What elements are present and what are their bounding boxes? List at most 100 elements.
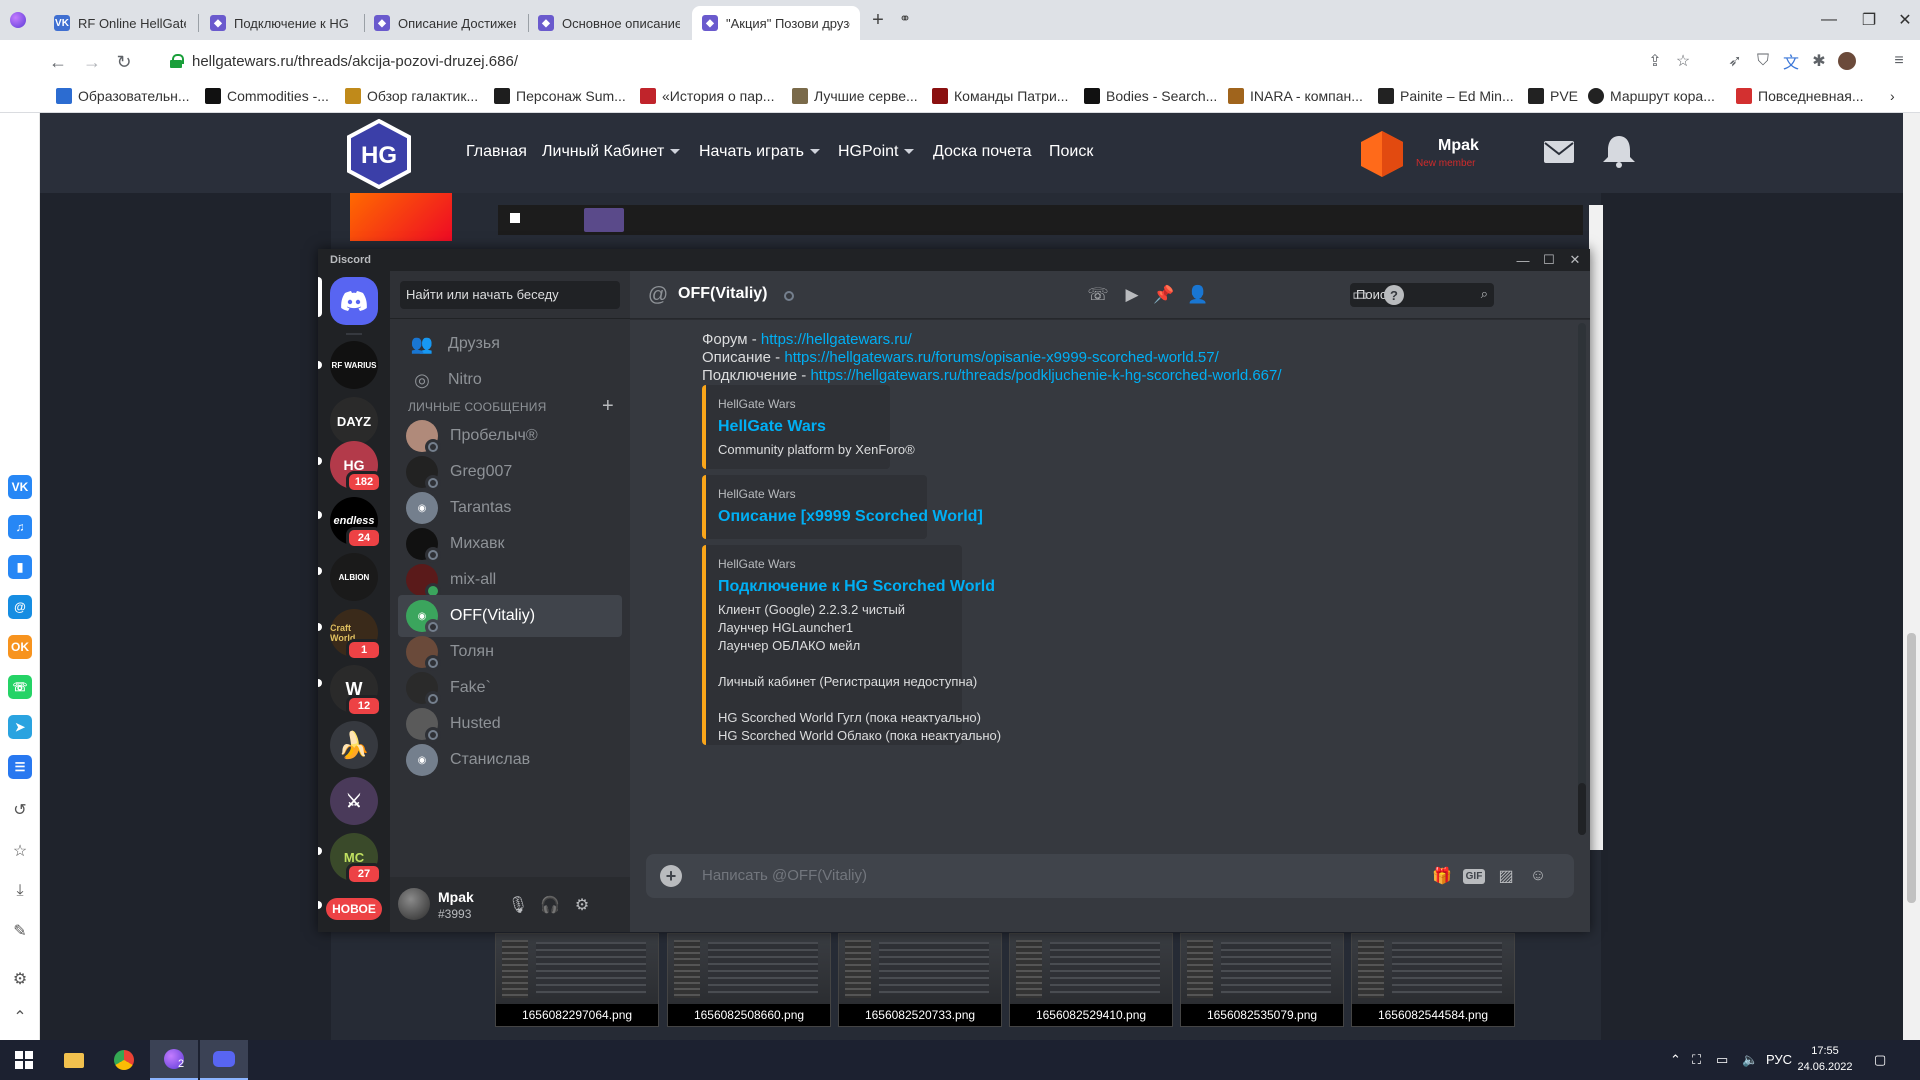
upload-plus-icon[interactable]: + (660, 865, 682, 887)
user-avatar[interactable] (398, 888, 430, 920)
nav-cabinet[interactable]: Личный Кабинет (542, 143, 681, 161)
browser-tab[interactable]: ◆ Основное описание сервера (528, 6, 690, 40)
forward-arrow-icon[interactable]: → (78, 48, 106, 76)
nav-start-playing[interactable]: Начать играть (699, 143, 820, 161)
server-icon-hg[interactable]: HG 182 (330, 441, 382, 493)
embed-title-link[interactable]: HellGate Wars (718, 418, 826, 436)
attachment-thumbnail[interactable]: 1656082535079.png (1180, 933, 1344, 1027)
shield-icon[interactable]: ⛉ (1752, 50, 1774, 72)
rocket-icon[interactable]: ➶ (1724, 50, 1746, 72)
nav-honor-board[interactable]: Доска почета (933, 143, 1032, 161)
tab-search-icon[interactable]: ⚭ (895, 10, 915, 30)
message-link[interactable]: https://hellgatewars.ru/ (761, 331, 912, 348)
server-icon-craft-world[interactable]: Craft World 1 (330, 609, 382, 661)
bookmark-item[interactable]: Commodities -... (205, 86, 329, 106)
chrome-icon[interactable] (100, 1040, 148, 1080)
translate-icon[interactable]: 文 (1780, 50, 1802, 72)
bookmark-item[interactable]: Маршрут кора... (1588, 86, 1715, 106)
share-icon[interactable]: ⇪ (1644, 50, 1666, 72)
server-icon-minecraft[interactable]: MC 27 (330, 833, 382, 885)
stats-icon[interactable]: ▮ (8, 555, 32, 579)
bookmark-item[interactable]: Команды Патри... (932, 86, 1068, 106)
notifications-bell-icon[interactable] (1600, 133, 1638, 169)
url-field[interactable]: hellgatewars.ru/threads/akcija-pozovi-dr… (152, 46, 1632, 76)
favorites-star-icon[interactable]: ☆ (10, 841, 30, 861)
profile-avatar-icon[interactable] (1836, 50, 1858, 72)
message-composer[interactable]: + Написать @OFF(Vitaliy) 🎁 GIF ▨ ☺ (646, 854, 1574, 898)
clock[interactable]: 17:55 24.06.2022 (1790, 1043, 1860, 1075)
bookmark-star-icon[interactable]: ☆ (1672, 50, 1694, 72)
embed-title-link[interactable]: Описание [x9999 Scorched World] (718, 508, 983, 526)
discord-close-icon[interactable]: ✕ (1564, 251, 1586, 269)
headphones-icon[interactable]: 🎧 (538, 893, 562, 917)
server-icon-purple[interactable]: ⚔ (330, 777, 378, 825)
ok-icon[interactable]: OK (8, 635, 32, 659)
inbox-icon[interactable]: ▭ (1348, 283, 1372, 307)
chat-recipient-name[interactable]: OFF(Vitaliy) (678, 285, 768, 303)
reload-icon[interactable]: ↻ (110, 48, 138, 76)
server-icon-witcher[interactable]: W 12 (330, 665, 382, 717)
whatsapp-icon[interactable]: ☏ (8, 675, 32, 699)
bookmark-item[interactable]: Bodies - Search... (1084, 86, 1217, 106)
messages-scrollbar-thumb[interactable] (1578, 783, 1586, 835)
browser-menu-icon[interactable] (10, 12, 26, 28)
discord-taskbar-icon[interactable] (200, 1040, 248, 1080)
attachment-thumbnail[interactable]: 1656082508660.png (667, 933, 831, 1027)
emoji-icon[interactable]: ☺ (1526, 864, 1550, 888)
video-call-icon[interactable]: ▶ (1120, 283, 1144, 307)
discord-minimize-icon[interactable]: — (1512, 251, 1534, 269)
home-button[interactable] (330, 277, 378, 325)
network-icon[interactable]: ⛶ (1692, 1052, 1701, 1068)
server-icon-rf-warius[interactable]: RF WARIUS (330, 341, 378, 389)
history-icon[interactable]: ↺ (10, 800, 30, 820)
voice-call-icon[interactable]: ☏ (1086, 283, 1110, 307)
pencil-icon[interactable]: ✎ (10, 921, 30, 941)
list-icon[interactable]: ☰ (8, 755, 32, 779)
volume-icon[interactable]: 🔈 (1742, 1052, 1758, 1068)
page-scrollbar-thumb[interactable] (1907, 633, 1916, 903)
new-badge[interactable]: НОВОЕ (326, 898, 382, 920)
attachment-thumbnail[interactable]: 1656082520733.png (838, 933, 1002, 1027)
bookmark-item[interactable]: Образовательн... (56, 86, 190, 106)
collapse-chevron-icon[interactable]: ⌃ (10, 1007, 30, 1027)
dm-item[interactable]: ◉ Станислав (398, 739, 622, 781)
mail-icon[interactable]: @ (8, 595, 32, 619)
server-icon-endless[interactable]: endless 24 (330, 497, 382, 549)
close-window-icon[interactable]: ✕ (1882, 6, 1920, 34)
nitro-nav[interactable]: ◎ Nitro (398, 359, 622, 401)
user-avatar[interactable] (1360, 130, 1404, 178)
find-conversation-input[interactable]: Найти или начать беседу (400, 281, 620, 309)
hg-logo-icon[interactable]: HG (347, 119, 411, 189)
page-scrollbar[interactable] (1903, 113, 1920, 1040)
help-icon[interactable]: ? (1382, 283, 1406, 307)
messages-scrollbar[interactable] (1578, 323, 1586, 835)
discord-titlebar[interactable]: Discord — ☐ ✕ (318, 249, 1590, 271)
vk-icon[interactable]: VK (8, 475, 32, 499)
bookmark-item[interactable]: Повседневная... (1736, 86, 1864, 106)
browser-tab[interactable]: ◆ Подключение к HG Scorched (200, 6, 362, 40)
extensions-icon[interactable]: ✱ (1808, 50, 1830, 72)
bookmark-item[interactable]: Лучшие серве... (792, 86, 918, 106)
nav-home[interactable]: Главная (466, 143, 527, 161)
server-icon-albion[interactable]: ALBION (330, 553, 378, 601)
server-icon-dayz[interactable]: DAYZ (330, 397, 378, 445)
nav-search[interactable]: Поиск (1049, 143, 1093, 161)
bookmark-item[interactable]: Painite – Ed Min... (1378, 86, 1514, 106)
content-scrollbar[interactable] (1589, 205, 1603, 850)
add-friend-icon[interactable]: 👤 (1186, 283, 1210, 307)
language-indicator[interactable]: РУС (1766, 1052, 1792, 1067)
bookmark-item[interactable]: PVE (1528, 86, 1578, 106)
attachment-thumbnail[interactable]: 1656082544584.png (1351, 933, 1515, 1027)
windows-start-icon[interactable] (0, 1040, 48, 1080)
bookmark-item[interactable]: Персонаж Sum... (494, 86, 626, 106)
bookmark-item[interactable]: «История о пар... (640, 86, 774, 106)
gift-icon[interactable]: 🎁 (1430, 864, 1454, 888)
bookmark-item[interactable]: Обзор галактик... (345, 86, 478, 106)
message-input[interactable]: Написать @OFF(Vitaliy) (702, 867, 867, 884)
browser-tab[interactable]: VK RF Online HellGate Wars (44, 6, 196, 40)
message-link[interactable]: https://hellgatewars.ru/forums/opisanie-… (784, 349, 1218, 366)
bookmarks-overflow-icon[interactable]: › (1890, 86, 1895, 106)
embed-title-link[interactable]: Подключение к HG Scorched World (718, 578, 995, 596)
tray-overflow-chevron-icon[interactable]: ⌃ (1670, 1052, 1681, 1068)
browser-tab[interactable]: ◆ Описание Достижений | Hell (364, 6, 526, 40)
